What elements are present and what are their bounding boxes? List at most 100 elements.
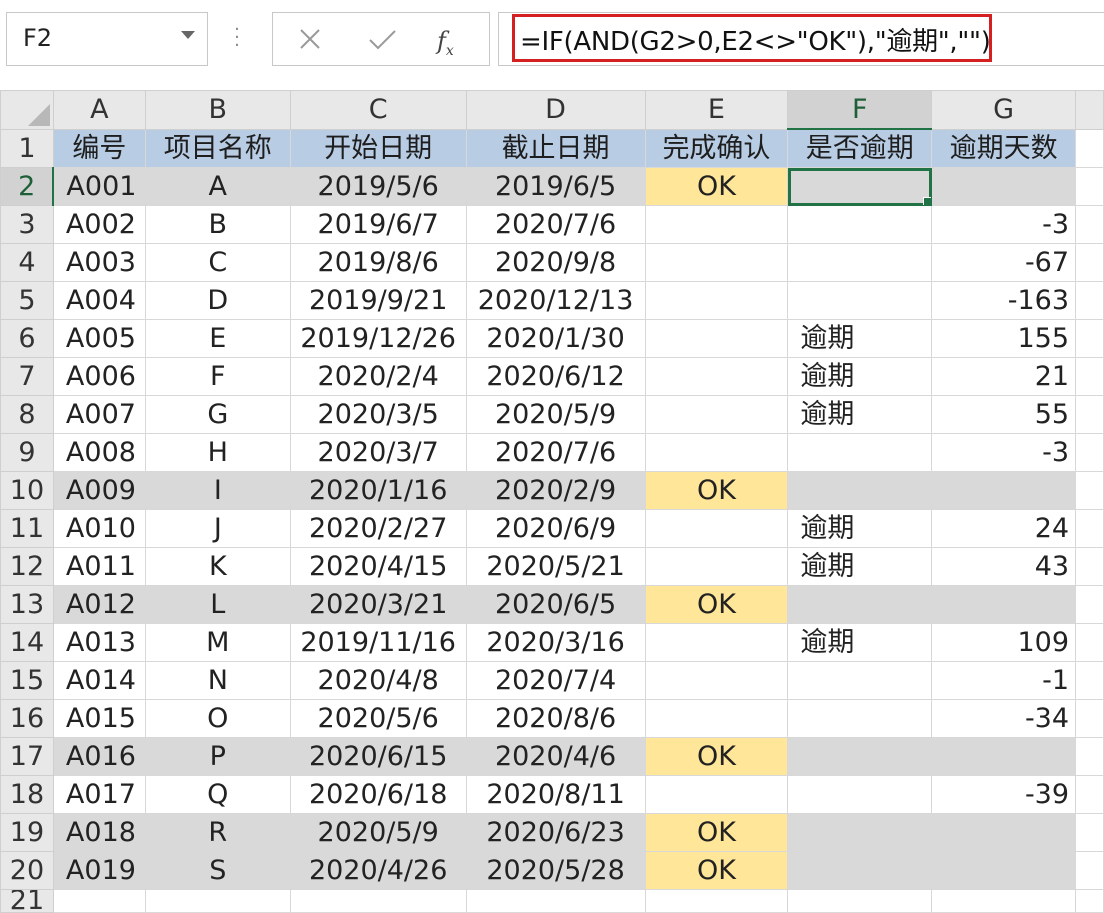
cell-end[interactable]: 2020/6/5 [465,585,646,624]
cell-overdue[interactable]: 逾期 [787,547,933,586]
empty-cell[interactable] [1075,737,1104,776]
cell-days[interactable]: -1 [931,661,1077,700]
cell-done[interactable]: OK [644,813,789,852]
cell-overdue[interactable] [787,851,933,890]
header-cell[interactable]: 完成确认 [644,128,789,168]
cell-done[interactable]: OK [644,737,789,776]
cell-start[interactable]: 2019/8/6 [289,243,467,282]
formula-text[interactable]: =IF(AND(G2>0,E2<>"OK"),"逾期","") [520,21,991,58]
empty-cell[interactable] [1075,889,1104,913]
column-header-f[interactable]: F [787,90,933,130]
cell-done[interactable] [644,357,789,396]
empty-cell[interactable] [1075,813,1104,852]
cell-days[interactable]: 155 [931,319,1077,358]
cell-days[interactable]: -67 [931,243,1077,282]
cell-done[interactable] [644,775,789,814]
header-cell[interactable]: 逾期天数 [931,128,1077,168]
cell-id[interactable]: A007 [52,395,146,434]
empty-cell[interactable] [1075,661,1104,700]
empty-cell[interactable] [1075,471,1104,510]
cell-done[interactable] [644,623,789,662]
cell-days[interactable] [931,851,1077,890]
cell-end[interactable]: 2020/9/8 [465,243,646,282]
cell-start[interactable]: 2020/3/7 [289,433,467,472]
empty-cell[interactable] [1075,623,1104,662]
row-header[interactable]: 20 [0,851,54,890]
cell-id[interactable]: A003 [52,243,146,282]
empty-cell[interactable] [52,889,146,913]
cell-done[interactable] [644,205,789,244]
cell-name[interactable]: N [144,661,291,700]
cell-start[interactable]: 2020/3/21 [289,585,467,624]
empty-cell[interactable] [1075,281,1104,320]
cell-overdue[interactable] [787,775,933,814]
cell-id[interactable]: A002 [52,205,146,244]
cell-start[interactable]: 2020/1/16 [289,471,467,510]
column-header-d[interactable]: D [465,90,646,130]
name-box[interactable]: F2 [6,12,208,66]
row-header[interactable]: 19 [0,813,54,852]
cell-name[interactable]: F [144,357,291,396]
cell-done[interactable] [644,661,789,700]
row-header[interactable]: 17 [0,737,54,776]
cell-overdue[interactable] [787,813,933,852]
empty-cell[interactable] [465,889,646,913]
cell-end[interactable]: 2020/6/23 [465,813,646,852]
empty-cell[interactable] [1075,433,1104,472]
cell-done[interactable]: OK [644,471,789,510]
row-header[interactable]: 7 [0,357,54,396]
cell-start[interactable]: 2020/6/15 [289,737,467,776]
empty-cell[interactable] [1075,205,1104,244]
cell-id[interactable]: A008 [52,433,146,472]
cell-days[interactable] [931,167,1077,206]
cell-start[interactable]: 2019/11/16 [289,623,467,662]
cell-start[interactable]: 2019/12/26 [289,319,467,358]
cell-end[interactable]: 2020/4/6 [465,737,646,776]
cell-id[interactable]: A017 [52,775,146,814]
empty-cell[interactable] [1075,509,1104,548]
cell-done[interactable]: OK [644,851,789,890]
column-header-c[interactable]: C [289,90,467,130]
cell-days[interactable]: -3 [931,433,1077,472]
cell-days[interactable]: -34 [931,699,1077,738]
cell-id[interactable]: A018 [52,813,146,852]
empty-cell[interactable] [144,889,291,913]
row-header[interactable]: 6 [0,319,54,358]
cell-overdue[interactable]: 逾期 [787,395,933,434]
empty-cell[interactable] [1075,243,1104,282]
cell-name[interactable]: J [144,509,291,548]
cell-days[interactable]: -163 [931,281,1077,320]
empty-cell[interactable] [1075,699,1104,738]
cell-days[interactable]: 43 [931,547,1077,586]
cell-name[interactable]: O [144,699,291,738]
cell-start[interactable]: 2019/9/21 [289,281,467,320]
empty-cell[interactable] [289,889,467,913]
cell-overdue[interactable]: 逾期 [787,623,933,662]
cell-name[interactable]: S [144,851,291,890]
row-header[interactable]: 8 [0,395,54,434]
more-options-icon[interactable]: · · · [234,21,240,55]
cell-end[interactable]: 2020/5/9 [465,395,646,434]
cell-days[interactable]: 24 [931,509,1077,548]
cell-start[interactable]: 2020/4/8 [289,661,467,700]
cell-id[interactable]: A016 [52,737,146,776]
cell-name[interactable]: L [144,585,291,624]
row-header[interactable]: 1 [0,128,54,168]
cell-days[interactable]: 55 [931,395,1077,434]
cell-name[interactable]: D [144,281,291,320]
cell-end[interactable]: 2020/5/21 [465,547,646,586]
cell-name[interactable]: B [144,205,291,244]
empty-cell[interactable] [1075,775,1104,814]
cell-name[interactable]: H [144,433,291,472]
cell-start[interactable]: 2020/3/5 [289,395,467,434]
cell-days[interactable] [931,813,1077,852]
cell-id[interactable]: A010 [52,509,146,548]
row-header[interactable]: 11 [0,509,54,548]
cell-id[interactable]: A019 [52,851,146,890]
cell-end[interactable]: 2020/2/9 [465,471,646,510]
cell-overdue[interactable] [787,699,933,738]
column-header-g[interactable]: G [931,90,1077,130]
empty-cell[interactable] [787,889,933,913]
empty-cell[interactable] [1075,357,1104,396]
cell-days[interactable] [931,585,1077,624]
